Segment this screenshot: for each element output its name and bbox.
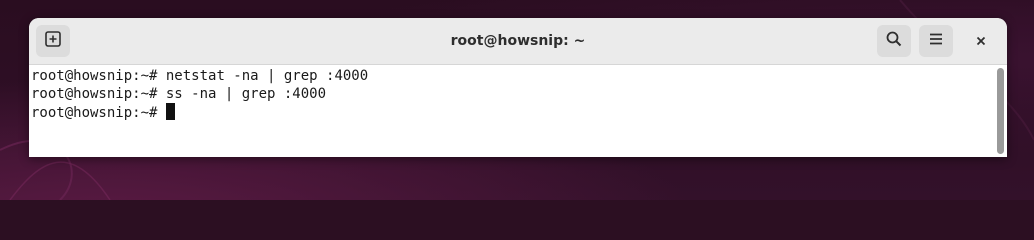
menu-button[interactable] xyxy=(919,25,953,57)
command-text xyxy=(157,105,165,121)
new-tab-plus-icon xyxy=(44,30,62,52)
new-tab-button[interactable] xyxy=(36,25,70,57)
terminal-line: root@howsnip:~# xyxy=(31,103,995,121)
command-text: netstat -na | grep :4000 xyxy=(157,68,369,84)
close-button[interactable] xyxy=(969,29,993,53)
window-title: root@howsnip: ~ xyxy=(450,33,586,49)
text-cursor xyxy=(165,103,175,120)
prompt: root@howsnip:~# xyxy=(31,68,158,84)
terminal-line: root@howsnip:~# netstat -na | grep :4000 xyxy=(31,67,995,85)
terminal-window: root@howsnip: ~ root@howsnip:~# netstat … xyxy=(29,18,1007,157)
prompt: root@howsnip:~# xyxy=(31,105,158,121)
scrollbar[interactable] xyxy=(995,65,1007,157)
prompt: root@howsnip:~# xyxy=(31,86,158,102)
scrollbar-thumb[interactable] xyxy=(997,68,1004,154)
close-icon xyxy=(975,32,987,51)
window-titlebar[interactable]: root@howsnip: ~ xyxy=(29,18,1007,65)
hamburger-menu-icon xyxy=(927,30,945,52)
search-button[interactable] xyxy=(877,25,911,57)
command-text: ss -na | grep :4000 xyxy=(157,86,327,102)
search-icon xyxy=(885,30,903,52)
terminal-line: root@howsnip:~# ss -na | grep :4000 xyxy=(31,85,995,103)
terminal-output[interactable]: root@howsnip:~# netstat -na | grep :4000… xyxy=(29,65,995,157)
